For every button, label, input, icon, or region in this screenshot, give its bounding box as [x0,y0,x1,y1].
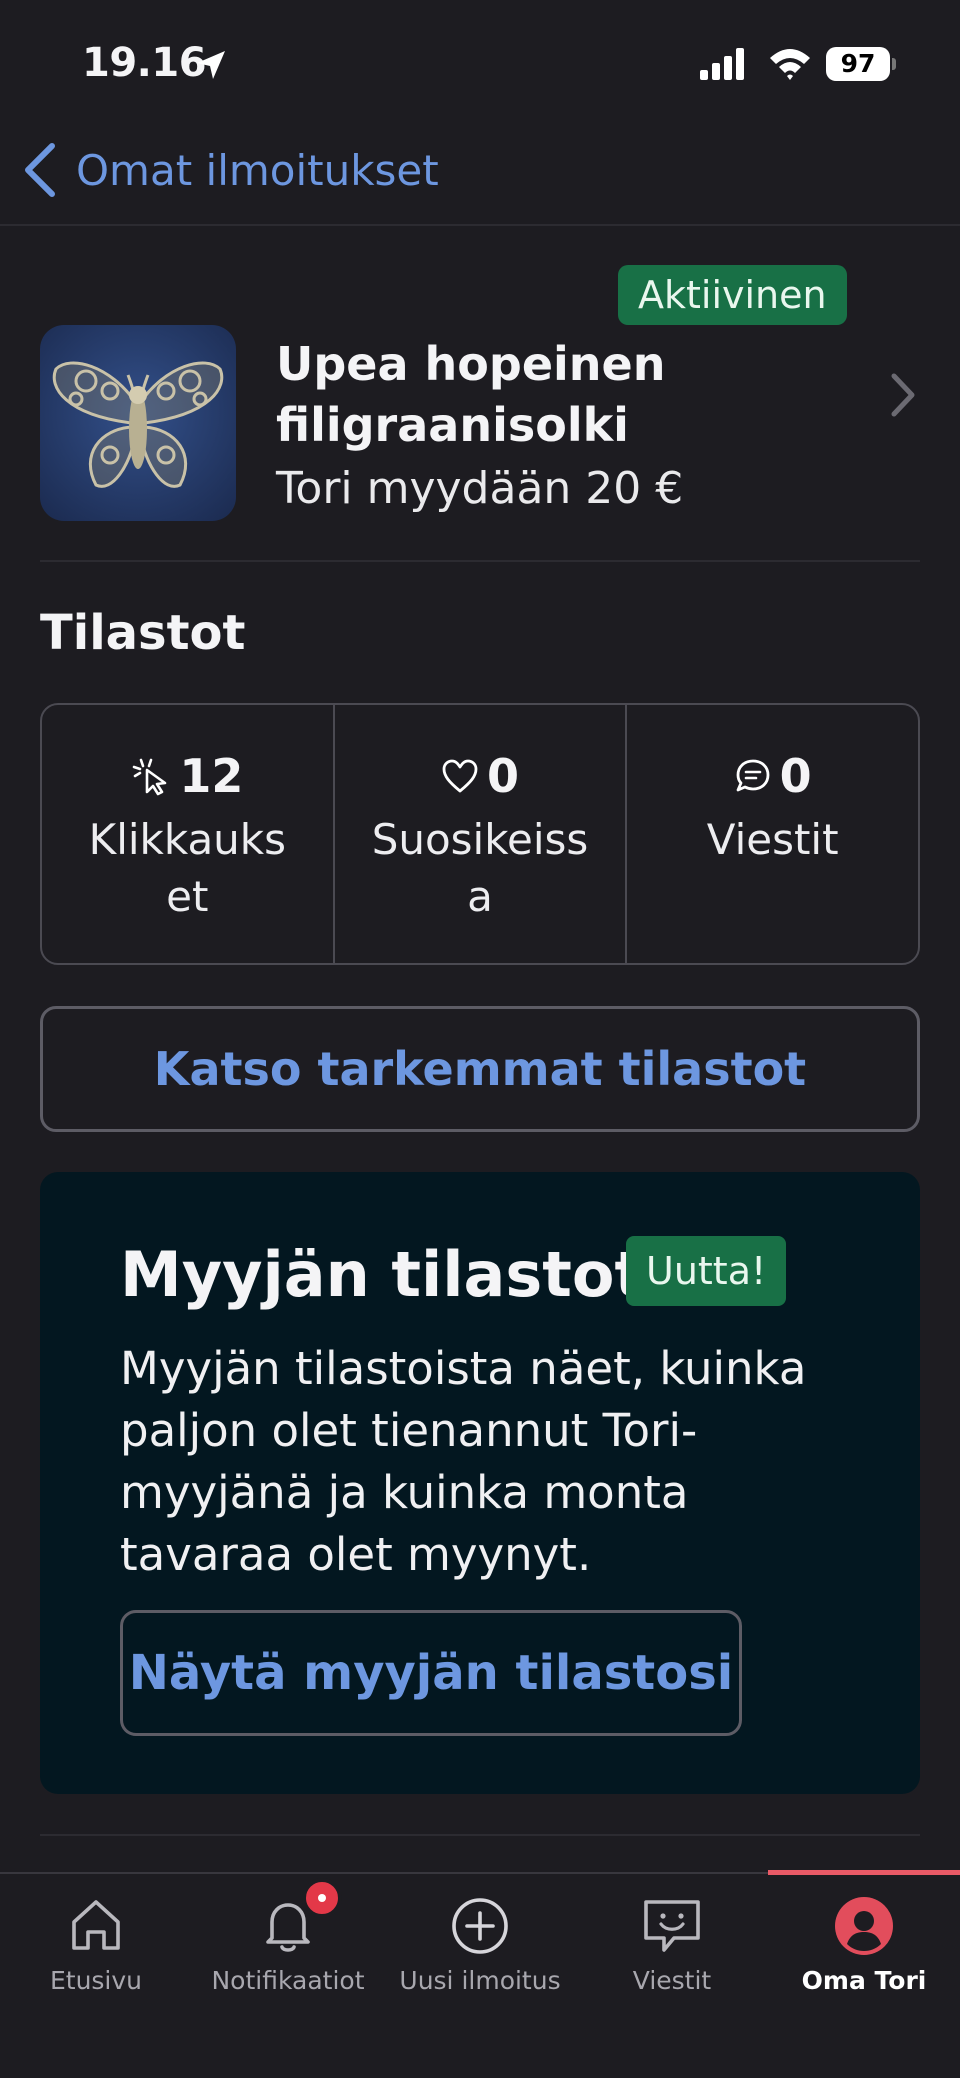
tab-new-listing-label: Uusi ilmoitus [399,1966,561,1995]
stat-clicks-value: 12 [179,749,244,803]
battery-level: 97 [840,49,876,78]
stat-messages-value: 0 [779,749,812,803]
listing-detail-screen: 19.16 97 Omat ilmoitukset Aktiivinen Upe… [0,0,960,2078]
seller-stats-title: Myyjän tilastot [120,1238,645,1311]
stat-favorites-value: 0 [487,749,520,803]
stat-favorites-label: Suosikeissa [371,815,589,921]
new-badge: Uutta! [626,1236,787,1306]
seller-stats-description: Myyjän tilastoista näet, kuinka paljon o… [120,1342,807,1581]
tab-home-label: Etusivu [49,1966,143,1995]
stat-favorites: 0 Suosikeissa [335,705,628,963]
tab-notifications[interactable]: Notifikaatiot [192,1874,384,2004]
tab-messages-label: Viestit [632,1966,712,1995]
wifi-icon [770,49,810,80]
message-smile-icon [644,1900,700,1952]
show-seller-stats-button[interactable]: Näytä myyjän tilastosi [120,1610,742,1736]
home-icon [72,1900,120,1950]
battery-indicator: 97 [826,47,896,81]
tab-notifications-label: Notifikaatiot [211,1966,365,1995]
plus-circle-icon [452,1898,508,1954]
stat-clicks-label: Klikkaukset [88,815,287,921]
status-badge: Aktiivinen [618,265,847,325]
listing-divider [40,560,920,562]
chevron-left-icon [25,143,55,197]
back-button[interactable]: Omat ilmoitukset [20,140,439,200]
listing-price: Tori myydään 20 € [276,463,684,514]
tab-new-listing[interactable]: Uusi ilmoitus [384,1874,576,2004]
tab-my-tori[interactable]: Oma Tori [768,1874,960,2004]
detailed-stats-button[interactable]: Katso tarkemmat tilastot [40,1006,920,1132]
butterfly-brooch-image [40,325,236,521]
tab-my-tori-label: Oma Tori [801,1966,927,1995]
profile-icon [835,1897,893,1955]
stats-title: Tilastot [40,605,246,661]
content-divider [40,1834,920,1836]
back-button-label: Omat ilmoitukset [76,145,439,195]
stats-summary: 12 Klikkaukset 0 Suosikeissa 0 Viestit [40,703,920,965]
cellular-signal-icon [700,48,744,80]
listing-thumbnail[interactable] [40,325,236,521]
status-bar: 19.16 97 [0,0,960,130]
status-time: 19.16 [82,40,207,86]
stat-messages: 0 Viestit [627,705,918,963]
nav-divider [0,224,960,226]
listing-title[interactable]: Upea hopeinen filigraanisolki [276,334,876,456]
tab-messages[interactable]: Viestit [576,1874,768,2004]
notification-badge [302,1878,342,1918]
location-arrow-icon [197,51,225,79]
chevron-right-icon[interactable] [888,370,918,420]
heart-icon [442,759,478,793]
chat-bubble-icon [736,759,770,792]
tab-home[interactable]: Etusivu [0,1874,192,2004]
stat-clicks: 12 Klikkaukset [42,705,335,963]
cursor-click-icon [133,758,167,796]
seller-stats-panel: Myyjän tilastot Uutta! Myyjän tilastoist… [40,1172,920,1794]
bottom-tab-bar: Etusivu Notifikaatiot Uusi ilmoitus Vies… [0,1870,960,2078]
stat-messages-label: Viestit [706,815,839,864]
